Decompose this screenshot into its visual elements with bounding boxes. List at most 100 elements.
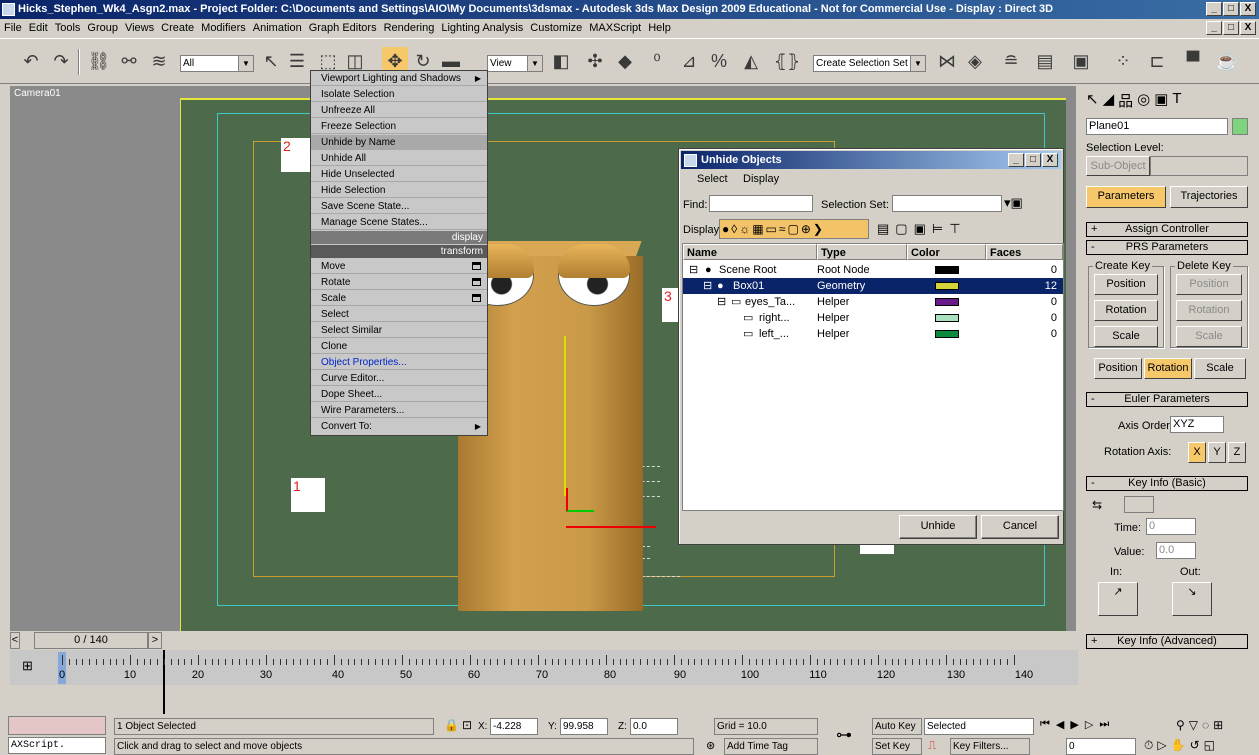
tree-expander-icon[interactable]: ⊟ [717, 294, 726, 310]
curve-editor-mini-icon[interactable]: ⊞ [22, 658, 33, 674]
menu-select[interactable]: Select [311, 307, 487, 322]
menu-object-properties[interactable]: Object Properties... [311, 355, 487, 370]
align-icon[interactable]: ◈ [962, 47, 988, 75]
layer-manager-icon[interactable]: ≘ [998, 47, 1024, 75]
dialog-menu-select[interactable]: Select [697, 173, 728, 185]
pivot-center-icon[interactable]: ◧ [548, 47, 574, 75]
key-info-advanced-rollout[interactable]: + Key Info (Advanced) [1086, 634, 1248, 649]
menu-dope-sheet[interactable]: Dope Sheet... [311, 387, 487, 402]
angle-snap-icon[interactable]: ⊿ [676, 47, 702, 75]
select-none-icon[interactable]: ▢ [895, 221, 907, 237]
bone-filter-icon[interactable]: ❯ [813, 222, 823, 236]
menu-isolate-selection[interactable]: Isolate Selection [311, 87, 487, 102]
tree-expander-icon[interactable]: ⊟ [703, 278, 712, 294]
y-coordinate-field[interactable]: 99.958 [560, 718, 608, 735]
axis-order-dropdown[interactable]: XYZ [1170, 416, 1224, 433]
create-tab-icon[interactable]: ↖ [1086, 90, 1099, 111]
schematic-view-icon[interactable]: ▣ [1068, 47, 1094, 75]
menu-manage-scene-states[interactable]: Manage Scene States... [311, 215, 487, 230]
percent-snap-icon[interactable]: % [706, 47, 732, 75]
menu-convert-to[interactable]: Convert To: ▶ [311, 419, 487, 434]
menu-edit[interactable]: Edit [29, 22, 48, 34]
add-time-tag-button[interactable]: Add Time Tag [724, 738, 818, 755]
zoom-icon[interactable]: ⚲ [1176, 718, 1185, 732]
menu-views[interactable]: Views [125, 22, 154, 34]
display-tab-icon[interactable]: ▣ [1154, 90, 1168, 111]
spinner-snap-icon[interactable]: ◭ [738, 47, 764, 75]
menu-save-scene-state[interactable]: Save Scene State... [311, 199, 487, 214]
field-of-view-icon[interactable]: ▽ [1189, 718, 1198, 732]
named-selection-set-dropdown[interactable]: Create Selection Set [813, 55, 926, 72]
time-tag-icon[interactable]: ⊛ [706, 739, 715, 752]
dialog-menu-display[interactable]: Display [743, 173, 779, 185]
unlink-icon[interactable]: ⚯ [116, 47, 142, 75]
key-mode-dropdown[interactable]: Selected [924, 718, 1034, 735]
geometry-filter-icon[interactable]: ● [722, 222, 729, 236]
time-config-icon[interactable]: ⏱ [1144, 738, 1153, 753]
tree-expander-icon[interactable]: ⊟ [689, 262, 698, 278]
mirror-icon[interactable]: ⋈ [934, 47, 960, 75]
material-editor-icon[interactable]: ⁘ [1110, 47, 1136, 75]
menu-hide-selection[interactable]: Hide Selection [311, 183, 487, 198]
key-mode-icon[interactable]: ⎍ [928, 738, 936, 753]
next-frame-icon[interactable]: ▷ [1085, 718, 1093, 731]
min-max-toggle-icon[interactable]: ◱ [1204, 738, 1215, 753]
auto-key-button[interactable]: Auto Key [872, 718, 922, 735]
menu-hide-unselected[interactable]: Hide Unselected [311, 167, 487, 182]
pan-icon[interactable]: ✋ [1171, 738, 1186, 753]
create-position-key-button[interactable]: Position [1094, 274, 1158, 295]
dialog-filter-arrow-icon[interactable]: ▾▣ [1004, 195, 1023, 211]
select-and-link-icon[interactable]: ⛓ [86, 47, 112, 75]
menu-unfreeze-all[interactable]: Unfreeze All [311, 103, 487, 118]
key-filters-button[interactable]: Key Filters... [950, 738, 1030, 755]
x-coordinate-field[interactable]: -4.228 [490, 718, 538, 735]
current-frame-field[interactable]: 0 [1066, 738, 1136, 755]
menu-graph-editors[interactable]: Graph Editors [309, 22, 377, 34]
x-axis-gizmo[interactable] [566, 526, 656, 528]
menu-unhide-by-name[interactable]: Unhide by Name [311, 135, 487, 150]
set-key-icon[interactable]: ⊶ [836, 725, 852, 745]
influences-icon[interactable]: ⊤ [949, 221, 960, 237]
dialog-close-button[interactable]: X [1042, 153, 1058, 167]
list-item[interactable]: ▭ left_... Helper 0 [683, 326, 1063, 342]
xref-filter-icon[interactable]: ⊕ [801, 222, 811, 236]
group-filter-icon[interactable]: ▢ [787, 222, 798, 236]
selection-set-dropdown[interactable] [892, 195, 1002, 212]
menu-create[interactable]: Create [161, 22, 194, 34]
close-button[interactable]: X [1240, 2, 1256, 16]
maxscript-mini-input[interactable]: AXScript. [8, 737, 106, 754]
menu-freeze-selection[interactable]: Freeze Selection [311, 119, 487, 134]
menu-maxscript[interactable]: MAXScript [589, 22, 641, 34]
trajectories-button[interactable]: Trajectories [1170, 186, 1248, 208]
mdi-close-button[interactable]: X [1240, 21, 1256, 35]
object-name-field[interactable]: Plane01 [1086, 118, 1228, 135]
menu-file[interactable]: File [4, 22, 22, 34]
dialog-maximize-button[interactable]: □ [1025, 153, 1041, 167]
undo-icon[interactable]: ↶ [18, 47, 44, 75]
utilities-tab-icon[interactable]: T [1172, 90, 1181, 111]
unhide-button[interactable]: Unhide [899, 515, 977, 539]
menu-move[interactable]: Move [311, 259, 487, 274]
mdi-restore-button[interactable]: □ [1223, 21, 1239, 35]
list-item[interactable]: ⊟ ▭ eyes_Ta... Helper 0 [683, 294, 1063, 310]
list-item[interactable]: ⊟ ● Scene Root Root Node 0 [683, 262, 1063, 278]
dialog-minimize-button[interactable]: _ [1008, 153, 1024, 167]
out-tangent-button[interactable]: ↘ [1172, 582, 1212, 616]
assign-controller-rollout[interactable]: + Assign Controller [1086, 222, 1248, 237]
hierarchy-tab-icon[interactable]: 品 [1118, 90, 1133, 111]
maximize-button[interactable]: □ [1223, 2, 1239, 16]
menu-animation[interactable]: Animation [253, 22, 302, 34]
euler-parameters-rollout[interactable]: - Euler Parameters [1086, 392, 1248, 407]
list-item[interactable]: ⊟ ● Box01 Geometry 12 [683, 278, 1063, 294]
snaps-toggle-icon[interactable]: ⁰ [644, 47, 670, 75]
dolly-icon[interactable]: ▷ [1157, 738, 1166, 753]
rotation-axis-y-button[interactable]: Y [1208, 442, 1226, 463]
helper-filter-icon[interactable]: ▭ [766, 222, 777, 236]
sub-object-dropdown[interactable] [1150, 156, 1248, 176]
rendered-frame-window-icon[interactable]: ▀ [1180, 47, 1206, 75]
keyboard-shortcut-override-icon[interactable]: ◆ [612, 47, 638, 75]
z-axis-gizmo[interactable] [564, 336, 566, 496]
object-color-swatch[interactable] [1232, 118, 1248, 135]
menu-viewport-lighting[interactable]: Viewport Lighting and Shadows ▶ [311, 71, 487, 86]
menu-wire-parameters[interactable]: Wire Parameters... [311, 403, 487, 418]
